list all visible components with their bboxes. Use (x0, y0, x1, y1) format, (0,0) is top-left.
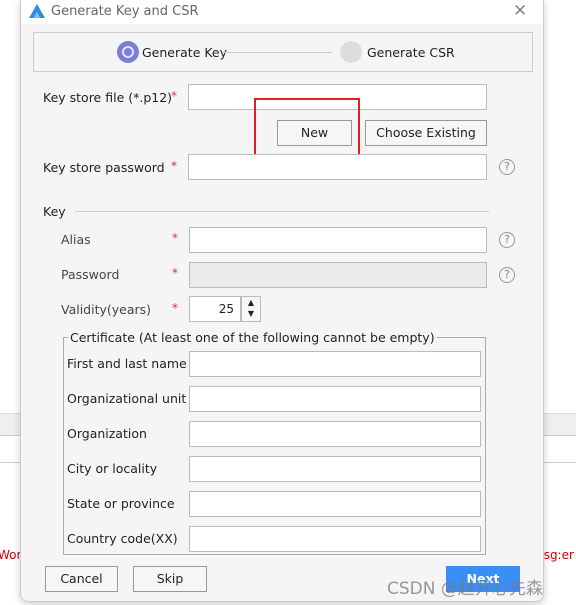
certificate-field-input[interactable] (189, 351, 481, 377)
validity-input[interactable]: 25 (189, 296, 241, 322)
alias-input[interactable] (189, 227, 487, 253)
help-icon[interactable]: ? (499, 159, 515, 175)
certificate-field-label: Organization (67, 426, 147, 441)
password-label: Password (61, 267, 120, 282)
step-generate-csr: Generate CSR (367, 45, 455, 60)
stepper-up-icon[interactable]: ▲ (242, 297, 260, 308)
key-section-label: Key (43, 204, 66, 219)
step-connector (222, 52, 332, 53)
choose-existing-button[interactable]: Choose Existing (365, 120, 487, 146)
generate-key-dialog: Generate Key and CSR ✕ Generate Key Gene… (20, 0, 544, 602)
certificate-field-label: City or locality (67, 461, 158, 476)
certificate-field-input[interactable] (189, 386, 481, 412)
required-mark: * (172, 266, 178, 280)
required-mark: * (172, 301, 178, 315)
stepper-down-icon[interactable]: ▼ (242, 308, 260, 319)
close-icon[interactable]: ✕ (513, 1, 527, 21)
section-divider (75, 211, 489, 212)
certificate-field-input[interactable] (189, 491, 481, 517)
step-active-icon (117, 41, 139, 63)
skip-button[interactable]: Skip (133, 566, 207, 592)
certificate-field-input[interactable] (189, 456, 481, 482)
certificate-field-label: State or province (67, 496, 175, 511)
cancel-button[interactable]: Cancel (45, 566, 118, 592)
keystore-password-input[interactable] (188, 154, 487, 180)
step-generate-key: Generate Key (142, 45, 228, 60)
validity-label: Validity(years) (61, 302, 152, 317)
validity-stepper[interactable]: ▲ ▼ (241, 296, 261, 322)
certificate-field-input[interactable] (189, 421, 481, 447)
step-pending-icon (340, 41, 362, 63)
watermark: CSDN @赵开心先森 (387, 579, 543, 599)
certificate-field-input[interactable] (189, 526, 481, 552)
required-mark: * (171, 89, 177, 103)
certificate-field-label: Country code(XX) (67, 531, 178, 546)
step-indicator: Generate Key Generate CSR (33, 32, 533, 72)
alias-label: Alias (61, 232, 91, 247)
required-mark: * (172, 231, 178, 245)
certificate-field-label: First and last name (67, 356, 187, 371)
help-icon[interactable]: ? (499, 267, 515, 283)
certificate-legend: Certificate (At least one of the followi… (68, 330, 437, 345)
certificate-field-label: Organizational unit (67, 391, 187, 406)
password-input[interactable] (189, 262, 487, 288)
highlight-box (254, 98, 360, 162)
help-icon[interactable]: ? (499, 232, 515, 248)
required-mark: * (171, 159, 177, 173)
keystore-password-label: Key store password (43, 160, 165, 175)
keystore-file-label: Key store file (*.p12) (43, 90, 173, 105)
dialog-title: Generate Key and CSR (51, 4, 199, 19)
app-logo-icon (29, 4, 45, 18)
